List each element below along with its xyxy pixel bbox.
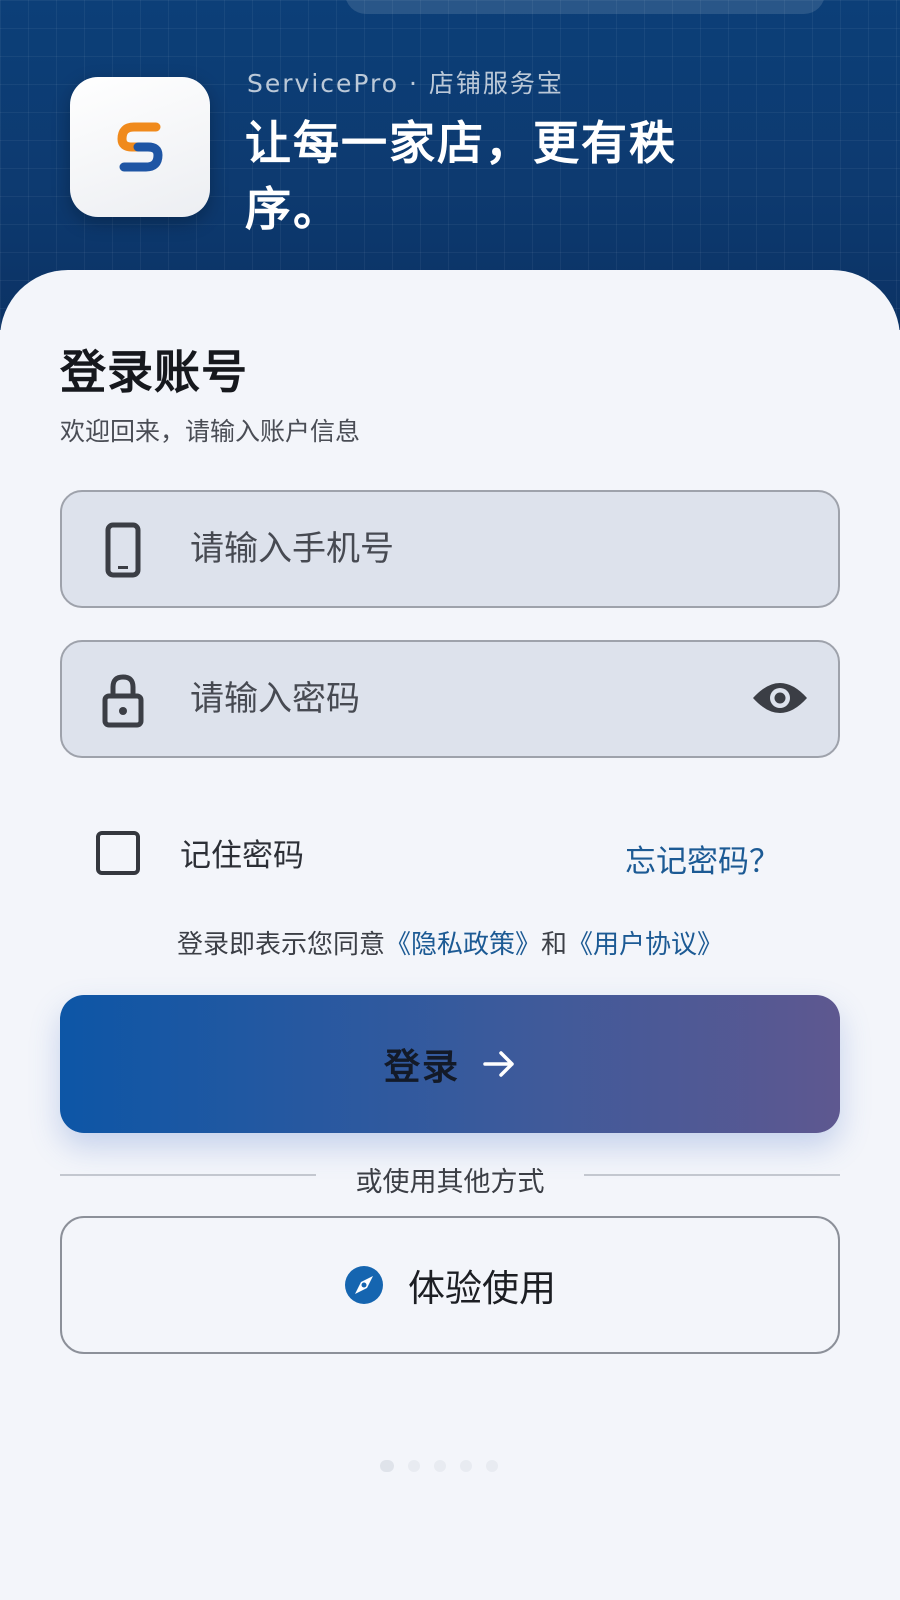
brand-line: ServicePro · 店铺服务宝 xyxy=(247,69,564,98)
alt-login-divider: 或使用其他方式 xyxy=(60,1160,840,1198)
phone-icon xyxy=(98,520,148,580)
user-agreement-link[interactable]: 《用户协议》 xyxy=(567,930,723,960)
privacy-policy-link[interactable]: 《隐私政策》 xyxy=(385,930,541,960)
trial-button[interactable]: 体验使用 xyxy=(60,1216,840,1354)
login-button-label: 登录 xyxy=(383,1047,460,1088)
eye-icon[interactable] xyxy=(750,676,810,720)
arrow-right-icon xyxy=(482,1049,516,1079)
slogan: 让每一家店，更有秩序。 xyxy=(245,116,677,236)
password-field[interactable] xyxy=(60,640,840,758)
compass-icon xyxy=(344,1265,384,1305)
remember-password[interactable]: 记住密码 xyxy=(96,830,304,875)
page-dot xyxy=(486,1460,498,1472)
agreement-and: 和 xyxy=(541,930,568,960)
page-indicator xyxy=(380,1460,498,1472)
servicepro-logo-icon xyxy=(70,77,210,217)
lock-icon xyxy=(98,670,148,730)
page-dot xyxy=(460,1460,472,1472)
remember-label: 记住密码 xyxy=(180,838,304,874)
page-dot xyxy=(380,1460,394,1472)
phone-input[interactable] xyxy=(190,492,750,605)
page-dot xyxy=(434,1460,446,1472)
page-subtitle: 欢迎回来，请输入账户信息 xyxy=(60,417,361,446)
password-input[interactable] xyxy=(190,642,750,755)
login-button[interactable]: 登录 xyxy=(60,995,840,1133)
status-pill xyxy=(345,0,825,14)
agreement-text: 登录即表示您同意《隐私政策》和《用户协议》 xyxy=(0,924,900,961)
trial-button-label: 体验使用 xyxy=(408,1268,556,1309)
divider-line-right xyxy=(584,1174,840,1176)
divider-text: 或使用其他方式 xyxy=(355,1167,545,1198)
page-dot xyxy=(408,1460,420,1472)
remember-checkbox[interactable] xyxy=(96,830,140,875)
page-title: 登录账号 xyxy=(60,345,248,399)
phone-field[interactable] xyxy=(60,490,840,608)
agreement-prefix: 登录即表示您同意 xyxy=(176,930,385,960)
forgot-password-link[interactable]: 忘记密码？ xyxy=(625,836,780,881)
